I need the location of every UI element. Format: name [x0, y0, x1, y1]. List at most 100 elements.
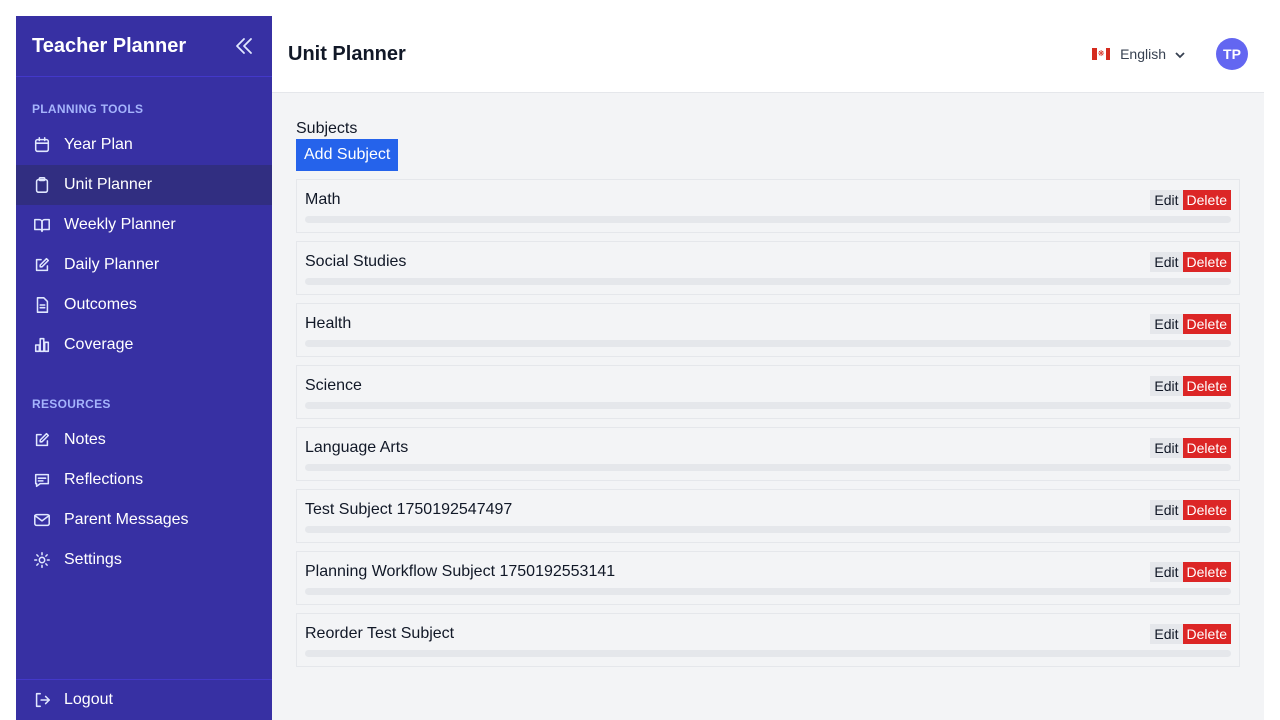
edit-icon [32, 430, 52, 450]
collapse-sidebar-button[interactable] [232, 34, 256, 58]
language-label: English [1120, 46, 1166, 62]
subject-drop-zone [305, 340, 1231, 347]
delete-subject-button[interactable]: Delete [1182, 190, 1231, 210]
edit-subject-button[interactable]: Edit [1150, 252, 1183, 272]
subject-list: Math Edit Delete Social Studies Edit Delete He… [296, 179, 1240, 667]
subject-row: Planning Workflow Subject 1750192553141 E… [305, 552, 1231, 592]
subject-card: Science Edit Delete [296, 365, 1240, 419]
sidebar-item-unit-planner[interactable]: Unit Planner [16, 165, 272, 205]
subject-name: Social Studies [305, 253, 407, 270]
subject-actions: Edit Delete [1150, 438, 1231, 458]
chevron-down-icon [1174, 48, 1186, 60]
calendar-icon [32, 135, 52, 155]
delete-subject-button[interactable]: Delete [1182, 376, 1231, 396]
delete-subject-button[interactable]: Delete [1182, 252, 1231, 272]
sidebar-header: Teacher Planner [16, 16, 272, 77]
edit-subject-button[interactable]: Edit [1150, 562, 1183, 582]
logout-label: Logout [64, 691, 113, 708]
sidebar-item-label: Unit Planner [64, 176, 153, 193]
sidebar-item-label: Year Plan [64, 136, 133, 153]
subject-drop-zone [305, 464, 1231, 471]
sidebar-item-label: Reflections [64, 471, 144, 488]
sidebar-item-weekly-planner[interactable]: Weekly Planner [16, 205, 272, 245]
gear-icon [32, 550, 52, 570]
edit-subject-button[interactable]: Edit [1150, 314, 1183, 334]
subject-row: Science Edit Delete [305, 366, 1231, 406]
sidebar-item-label: Parent Messages [64, 511, 189, 528]
edit-subject-button[interactable]: Edit [1150, 500, 1183, 520]
edit-icon [32, 255, 52, 275]
sidebar-item-settings[interactable]: Settings [16, 540, 272, 580]
sidebar-nav-list: Notes Reflections Parent Messages Settings [16, 420, 272, 580]
sidebar: Teacher Planner PLANNING TOOLS Year Plan U… [16, 16, 272, 720]
sidebar-section-label: PLANNING TOOLS [32, 102, 144, 116]
sidebar-item-parent-messages[interactable]: Parent Messages [16, 500, 272, 540]
sidebar-item-label: Notes [64, 431, 106, 448]
subject-row: Health Edit Delete [305, 304, 1231, 344]
sidebar-nav-list: Year Plan Unit Planner Weekly Planner Daily… [16, 125, 272, 365]
bar-chart-icon [32, 335, 52, 355]
subject-name: Language Arts [305, 439, 409, 456]
edit-subject-button[interactable]: Edit [1150, 624, 1183, 644]
sidebar-item-notes[interactable]: Notes [16, 420, 272, 460]
subject-actions: Edit Delete [1150, 624, 1231, 644]
book-open-icon [32, 215, 52, 235]
subject-drop-zone [305, 278, 1231, 285]
subject-actions: Edit Delete [1150, 314, 1231, 334]
subject-row: Social Studies Edit Delete [305, 242, 1231, 282]
subject-card: Test Subject 1750192547497 Edit Delete [296, 489, 1240, 543]
subject-drop-zone [305, 526, 1231, 533]
subject-name: Test Subject 1750192547497 [305, 501, 513, 518]
subject-name: Reorder Test Subject [305, 625, 455, 642]
edit-subject-button[interactable]: Edit [1150, 438, 1183, 458]
subject-row: Math Edit Delete [305, 180, 1231, 220]
subject-card: Planning Workflow Subject 1750192553141 E… [296, 551, 1240, 605]
subject-drop-zone [305, 650, 1231, 657]
sidebar-item-coverage[interactable]: Coverage [16, 325, 272, 365]
main-area: Unit Planner ❋ English TP Subjects Add S… [272, 16, 1264, 720]
user-avatar[interactable]: TP [1216, 38, 1248, 70]
page-title: Unit Planner [288, 42, 406, 65]
clipboard-icon [32, 175, 52, 195]
delete-subject-button[interactable]: Delete [1182, 438, 1231, 458]
language-selector[interactable]: ❋ English [1092, 46, 1186, 62]
subject-name: Health [305, 315, 352, 332]
delete-subject-button[interactable]: Delete [1182, 562, 1231, 582]
subject-name: Science [305, 377, 362, 394]
sidebar-nav: PLANNING TOOLS Year Plan Unit Planner Weekl… [16, 77, 272, 580]
sidebar-item-label: Settings [64, 551, 122, 568]
sidebar-item-label: Coverage [64, 336, 134, 353]
subject-card: Social Studies Edit Delete [296, 241, 1240, 295]
subject-card: Math Edit Delete [296, 179, 1240, 233]
subject-name: Planning Workflow Subject 1750192553141 [305, 563, 616, 580]
subjects-heading: Subjects [296, 120, 358, 137]
app-title: Teacher Planner [32, 34, 187, 57]
delete-subject-button[interactable]: Delete [1182, 500, 1231, 520]
subject-actions: Edit Delete [1150, 562, 1231, 582]
delete-subject-button[interactable]: Delete [1182, 314, 1231, 334]
sidebar-section: PLANNING TOOLS Year Plan Unit Planner Weekl… [16, 77, 272, 365]
sidebar-section-label: RESOURCES [32, 397, 111, 411]
subject-drop-zone [305, 402, 1231, 409]
sidebar-item-daily-planner[interactable]: Daily Planner [16, 245, 272, 285]
logout-icon [32, 690, 52, 710]
mail-icon [32, 510, 52, 530]
edit-subject-button[interactable]: Edit [1150, 376, 1183, 396]
sidebar-item-label: Daily Planner [64, 256, 160, 273]
subject-drop-zone [305, 588, 1231, 595]
subject-row: Language Arts Edit Delete [305, 428, 1231, 468]
subject-row: Reorder Test Subject Edit Delete [305, 614, 1231, 654]
sidebar-item-label: Outcomes [64, 296, 137, 313]
sidebar-item-reflections[interactable]: Reflections [16, 460, 272, 500]
subject-card: Reorder Test Subject Edit Delete [296, 613, 1240, 667]
subject-drop-zone [305, 216, 1231, 223]
app-shell: Teacher Planner PLANNING TOOLS Year Plan U… [16, 16, 1264, 720]
logout-button[interactable]: Logout [16, 679, 272, 720]
chat-icon [32, 470, 52, 490]
sidebar-item-year-plan[interactable]: Year Plan [16, 125, 272, 165]
add-subject-button[interactable]: Add Subject [296, 139, 399, 171]
subject-row: Test Subject 1750192547497 Edit Delete [305, 490, 1231, 530]
edit-subject-button[interactable]: Edit [1150, 190, 1183, 210]
delete-subject-button[interactable]: Delete [1182, 624, 1231, 644]
sidebar-item-outcomes[interactable]: Outcomes [16, 285, 272, 325]
